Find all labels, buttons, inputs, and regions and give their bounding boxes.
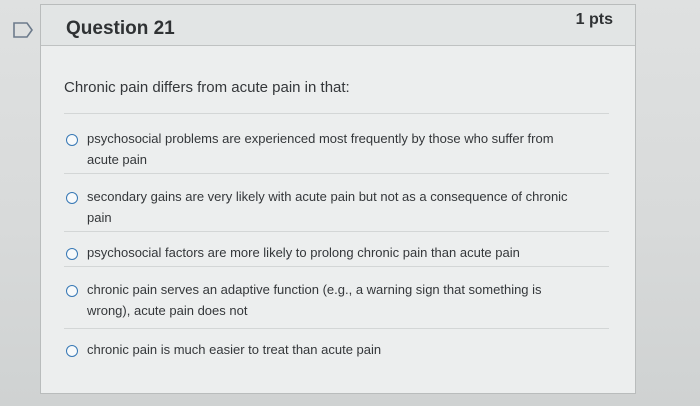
divider bbox=[64, 173, 609, 174]
quiz-screen: Question 21 1 pts Chronic pain differs f… bbox=[0, 0, 700, 406]
question-title: Question 21 bbox=[66, 18, 175, 39]
divider bbox=[64, 328, 609, 329]
divider bbox=[64, 266, 609, 267]
answer-option-1[interactable]: psychosocial problems are experienced mo… bbox=[66, 131, 586, 170]
answer-option-3[interactable]: psychosocial factors are more likely to … bbox=[66, 245, 586, 263]
answer-text-3: psychosocial factors are more likely to … bbox=[87, 245, 520, 260]
answer-text-1: psychosocial problems are experienced mo… bbox=[87, 131, 554, 167]
question-header: Question 21 1 pts bbox=[41, 5, 635, 46]
answer-option-4[interactable]: chronic pain serves an adaptive function… bbox=[66, 282, 586, 321]
radio-button-icon[interactable] bbox=[66, 134, 78, 146]
answer-text-5: chronic pain is much easier to treat tha… bbox=[87, 342, 382, 357]
radio-button-icon[interactable] bbox=[66, 248, 78, 260]
question-points: 1 pts bbox=[575, 11, 613, 28]
divider bbox=[64, 113, 609, 114]
answer-text-4: chronic pain serves an adaptive function… bbox=[87, 282, 542, 318]
question-prompt: Chronic pain differs from acute pain in … bbox=[64, 79, 350, 96]
answer-option-2[interactable]: secondary gains are very likely with acu… bbox=[66, 189, 586, 228]
answer-option-5[interactable]: chronic pain is much easier to treat tha… bbox=[66, 342, 586, 360]
answer-text-2: secondary gains are very likely with acu… bbox=[87, 189, 568, 225]
divider bbox=[64, 231, 609, 232]
radio-button-icon[interactable] bbox=[66, 192, 78, 204]
radio-button-icon[interactable] bbox=[66, 345, 78, 357]
flag-question-icon[interactable] bbox=[12, 21, 34, 39]
radio-button-icon[interactable] bbox=[66, 285, 78, 297]
question-card: Question 21 1 pts Chronic pain differs f… bbox=[40, 4, 636, 394]
